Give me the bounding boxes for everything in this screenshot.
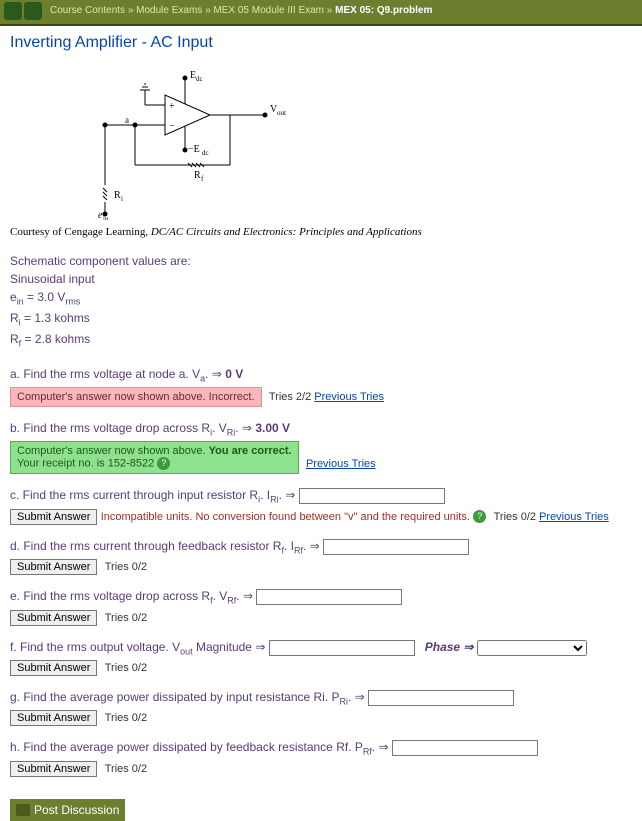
part-c: c. Find the rms current through input re… xyxy=(10,488,632,524)
error-message: Incompatible units. No conversion found … xyxy=(101,511,470,523)
part-d: d. Find the rms current through feedback… xyxy=(10,539,632,575)
page-title: Inverting Amplifier - AC Input xyxy=(10,34,632,52)
previous-tries-link[interactable]: Previous Tries xyxy=(539,511,609,523)
part-e: e. Find the rms voltage drop across Rf. … xyxy=(10,589,632,625)
svg-text:dc: dc xyxy=(202,149,209,157)
submit-button-d[interactable]: Submit Answer xyxy=(10,559,97,575)
answer-input-d[interactable] xyxy=(323,539,469,555)
svg-text:R: R xyxy=(194,170,201,181)
svg-text:R: R xyxy=(114,190,121,201)
submit-button-e[interactable]: Submit Answer xyxy=(10,610,97,626)
svg-text:in: in xyxy=(103,215,109,220)
svg-text:i: i xyxy=(121,195,123,203)
feedback-correct: Computer's answer now shown above. You a… xyxy=(10,441,299,474)
component-values: Schematic component values are: Sinusoid… xyxy=(10,252,632,351)
svg-text:−: − xyxy=(169,121,175,132)
previous-tries-link[interactable]: Previous Tries xyxy=(306,458,376,470)
part-h: h. Find the average power dissipated by … xyxy=(10,740,632,776)
answer-input-c[interactable] xyxy=(299,488,445,504)
schematic-diagram: +− Edc −Edc Vout Rf Ri a ein xyxy=(70,60,310,220)
phase-select[interactable] xyxy=(477,640,587,656)
answer-input-f-mag[interactable] xyxy=(269,640,415,656)
previous-tries-link[interactable]: Previous Tries xyxy=(314,391,384,403)
submit-button-c[interactable]: Submit Answer xyxy=(10,509,97,525)
part-b: b. Find the rms voltage drop across Ri. … xyxy=(10,421,632,474)
part-a: a. Find the rms voltage at node a. Va. ⇒… xyxy=(10,367,632,407)
submit-button-g[interactable]: Submit Answer xyxy=(10,710,97,726)
part-g: g. Find the average power dissipated by … xyxy=(10,690,632,726)
svg-text:dc: dc xyxy=(196,75,203,83)
part-f: f. Find the rms output voltage. Vout Mag… xyxy=(10,640,632,676)
nav-fwd-icon[interactable] xyxy=(24,2,42,20)
svg-text:+: + xyxy=(169,101,175,112)
breadcrumb: Course Contents » Module Exams » MEX 05 … xyxy=(50,5,432,16)
top-nav-bar: Course Contents » Module Exams » MEX 05 … xyxy=(0,0,642,26)
answer-input-e[interactable] xyxy=(256,589,402,605)
submit-button-f[interactable]: Submit Answer xyxy=(10,660,97,676)
help-icon[interactable]: ? xyxy=(473,510,486,523)
discussion-icon xyxy=(16,804,30,816)
phase-label: Phase ⇒ xyxy=(425,640,474,654)
svg-text:out: out xyxy=(277,109,286,117)
submit-button-h[interactable]: Submit Answer xyxy=(10,761,97,777)
help-icon[interactable]: ? xyxy=(157,457,170,470)
tries-text: Tries 2/2 Previous Tries xyxy=(269,391,384,403)
svg-text:f: f xyxy=(201,175,204,183)
feedback-incorrect: Computer's answer now shown above. Incor… xyxy=(10,387,262,407)
post-discussion-button[interactable]: Post Discussion xyxy=(10,799,125,821)
nav-back-icon[interactable] xyxy=(4,2,22,20)
answer-input-g[interactable] xyxy=(368,690,514,706)
svg-text:−E: −E xyxy=(188,144,200,155)
svg-text:a: a xyxy=(125,115,129,125)
answer-input-h[interactable] xyxy=(392,740,538,756)
credit-line: Courtesy of Cengage Learning, DC/AC Circ… xyxy=(10,226,632,238)
